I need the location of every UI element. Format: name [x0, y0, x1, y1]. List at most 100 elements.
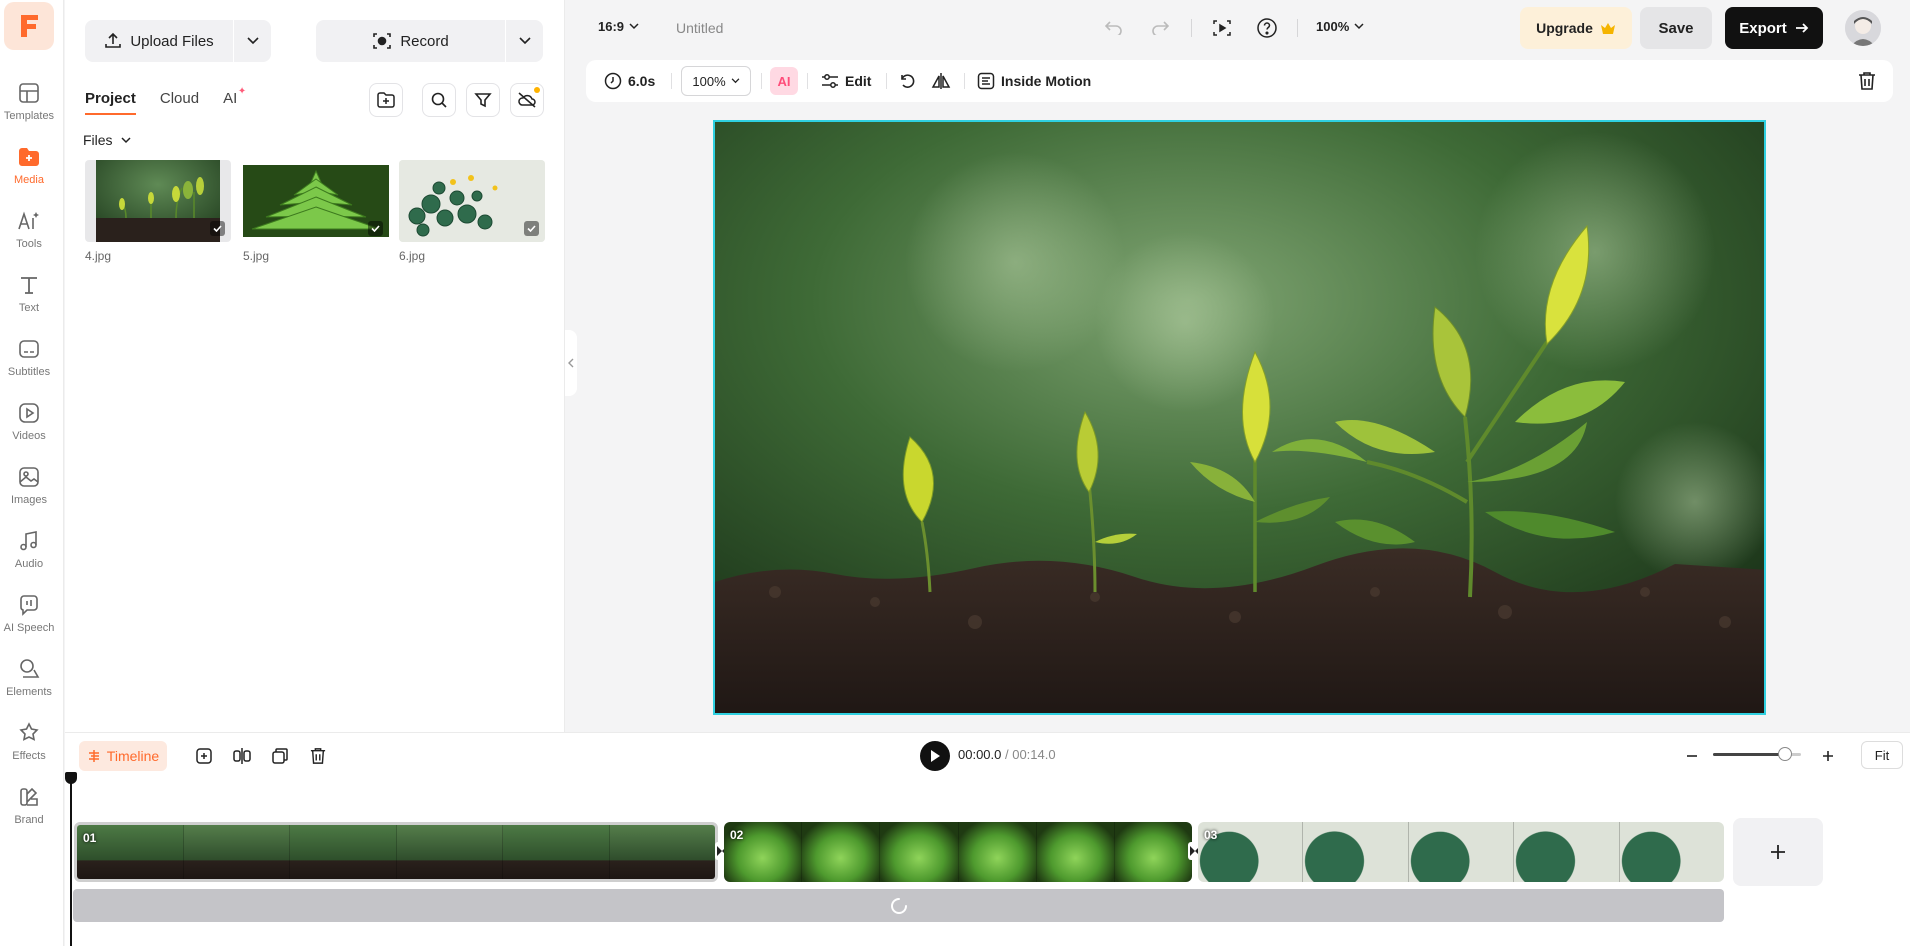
ai-tools-button[interactable]: AI: [770, 67, 798, 95]
clip-frame: [609, 825, 715, 879]
redo-button[interactable]: [1145, 13, 1175, 43]
zoom-out-button[interactable]: [1677, 741, 1707, 771]
fit-button[interactable]: Fit: [1861, 741, 1903, 769]
left-navigation: Templates Media Tools Text Subtitles Vid…: [0, 0, 64, 946]
arrow-right-icon: [1795, 23, 1809, 33]
nav-images[interactable]: Images: [0, 462, 58, 520]
seedlings-thumbnail-image: [96, 160, 220, 242]
file-thumbnail: [243, 160, 389, 242]
preview-canvas[interactable]: [713, 120, 1766, 715]
selected-check-icon[interactable]: [524, 221, 539, 236]
upload-files-button-group: Upload Files: [85, 20, 271, 62]
timeline-label: Timeline: [106, 748, 160, 764]
aspect-ratio-value: 16:9: [598, 19, 625, 34]
nav-ai-speech[interactable]: AI Speech: [0, 590, 58, 648]
playhead-handle[interactable]: [65, 772, 77, 784]
sparkle-icon: ✦: [237, 86, 247, 97]
timeline-clip[interactable]: 01: [74, 822, 718, 882]
media-tabs: Project Cloud AI ✦: [85, 86, 246, 115]
media-file-item[interactable]: 6.jpg: [399, 160, 545, 263]
media-file-item[interactable]: 5.jpg: [243, 160, 389, 263]
cloud-sync-button[interactable]: [510, 83, 544, 117]
new-folder-button[interactable]: [369, 83, 403, 117]
upload-files-button[interactable]: Upload Files: [85, 20, 233, 62]
duration-value: 6.0s: [628, 73, 656, 89]
zoom-slider-handle[interactable]: [1778, 747, 1793, 761]
playhead[interactable]: [70, 772, 72, 946]
save-label: Save: [1658, 19, 1694, 37]
fit-label: Fit: [1874, 747, 1890, 763]
nav-text[interactable]: Text: [0, 270, 58, 328]
play-button[interactable]: [920, 741, 950, 771]
rotate-button[interactable]: [898, 60, 916, 102]
elements-icon: [16, 656, 42, 682]
preview-button[interactable]: [1207, 13, 1237, 43]
selected-check-icon[interactable]: [368, 221, 383, 236]
nav-subtitles[interactable]: Subtitles: [0, 334, 58, 392]
edit-button[interactable]: Edit: [821, 60, 871, 102]
timeline-delete-button[interactable]: [303, 741, 333, 771]
tab-project[interactable]: Project: [85, 90, 136, 115]
tab-ai[interactable]: AI ✦: [223, 86, 246, 115]
clip-scale-select[interactable]: 100%: [681, 66, 751, 96]
media-file-item[interactable]: 4.jpg: [85, 160, 231, 263]
file-thumbnail: [85, 160, 231, 242]
nav-tools[interactable]: Tools: [0, 206, 58, 264]
nav-label: Brand: [14, 814, 44, 826]
timeline-clip[interactable]: 03: [1198, 822, 1724, 882]
nav-elements[interactable]: Elements: [0, 654, 58, 712]
zoom-select[interactable]: 100%: [1316, 19, 1364, 34]
time-separator: /: [1001, 747, 1013, 762]
user-avatar[interactable]: [1845, 10, 1881, 46]
nav-label: Audio: [14, 558, 44, 570]
save-button[interactable]: Save: [1640, 7, 1712, 49]
undo-button[interactable]: [1099, 13, 1129, 43]
edit-label: Edit: [845, 73, 872, 89]
split-button[interactable]: [227, 741, 257, 771]
clip-frame: [183, 825, 290, 879]
record-button-group: Record: [316, 20, 543, 62]
redo-icon: [1152, 21, 1169, 35]
nav-audio[interactable]: Audio: [0, 526, 58, 584]
clock-icon: [604, 72, 622, 90]
nav-effects[interactable]: Effects: [0, 718, 58, 776]
record-dropdown-button[interactable]: [505, 20, 543, 62]
delete-clip-button[interactable]: [1858, 60, 1876, 102]
help-button[interactable]: [1252, 13, 1282, 43]
duplicate-button[interactable]: [265, 741, 295, 771]
timeline-zoom-slider[interactable]: [1713, 747, 1801, 761]
files-section-header[interactable]: Files: [83, 132, 131, 148]
timeline-clip[interactable]: 02: [724, 822, 1192, 882]
nav-videos[interactable]: Videos: [0, 398, 58, 456]
upload-dropdown-button[interactable]: [233, 20, 271, 62]
inside-motion-button[interactable]: Inside Motion: [977, 60, 1091, 102]
project-title[interactable]: Untitled: [676, 20, 723, 36]
selected-check-icon[interactable]: [210, 221, 225, 236]
tab-cloud[interactable]: Cloud: [160, 90, 199, 115]
media-icon: [16, 144, 42, 170]
timeline-toggle[interactable]: Timeline: [79, 741, 167, 771]
clip-frame: [1114, 822, 1192, 882]
upload-icon: [105, 32, 122, 48]
app-logo[interactable]: [4, 2, 54, 50]
tab-cloud-label: Cloud: [159, 90, 200, 107]
duration-control[interactable]: 6.0s: [604, 60, 655, 102]
nav-media[interactable]: Media: [0, 142, 58, 200]
record-button[interactable]: Record: [316, 20, 505, 62]
clip-label: 02: [730, 828, 744, 842]
upgrade-button[interactable]: Upgrade: [1520, 7, 1632, 49]
upload-files-label: Upload Files: [130, 32, 214, 50]
export-button[interactable]: Export: [1725, 7, 1823, 49]
nav-templates[interactable]: Templates: [0, 78, 58, 136]
collapse-panel-handle[interactable]: [565, 330, 577, 396]
add-clip-button[interactable]: [1733, 818, 1823, 886]
zoom-in-button[interactable]: [1813, 741, 1843, 771]
search-button[interactable]: [422, 83, 456, 117]
nav-brand[interactable]: Brand: [0, 782, 58, 840]
zoom-value: 100%: [1316, 19, 1350, 34]
filter-button[interactable]: [466, 83, 500, 117]
add-track-button[interactable]: [189, 741, 219, 771]
audio-track[interactable]: [73, 889, 1724, 922]
aspect-ratio-select[interactable]: 16:9: [598, 19, 639, 34]
flip-button[interactable]: [931, 60, 951, 102]
